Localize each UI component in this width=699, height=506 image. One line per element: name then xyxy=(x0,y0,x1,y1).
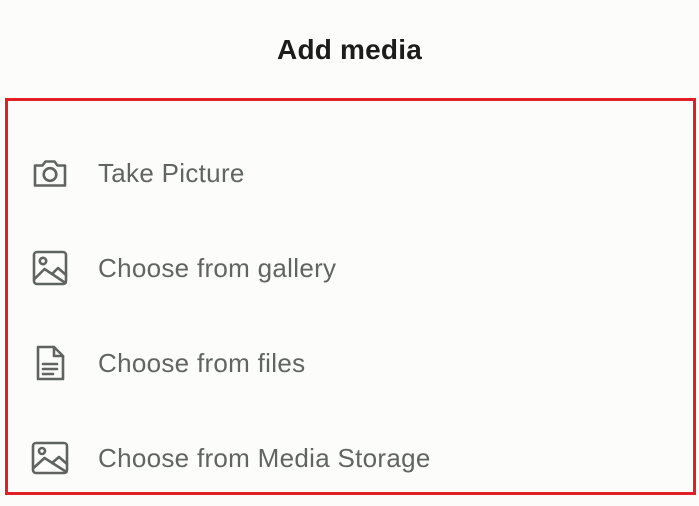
choose-from-media-storage-label: Choose from Media Storage xyxy=(98,442,431,473)
choose-from-gallery-label: Choose from gallery xyxy=(98,252,337,283)
take-picture-option[interactable]: Take Picture xyxy=(8,133,693,213)
choose-from-gallery-option[interactable]: Choose from gallery xyxy=(8,228,693,308)
media-options-list: Take Picture Choose from gallery Choose … xyxy=(5,98,696,495)
image-icon xyxy=(30,438,70,478)
choose-from-files-label: Choose from files xyxy=(98,347,306,378)
sheet-title: Add media xyxy=(277,34,422,65)
image-icon xyxy=(30,248,70,288)
choose-from-media-storage-option[interactable]: Choose from Media Storage xyxy=(8,418,693,498)
take-picture-label: Take Picture xyxy=(98,157,245,188)
camera-icon xyxy=(30,153,70,193)
file-icon xyxy=(30,343,70,383)
choose-from-files-option[interactable]: Choose from files xyxy=(8,323,693,403)
